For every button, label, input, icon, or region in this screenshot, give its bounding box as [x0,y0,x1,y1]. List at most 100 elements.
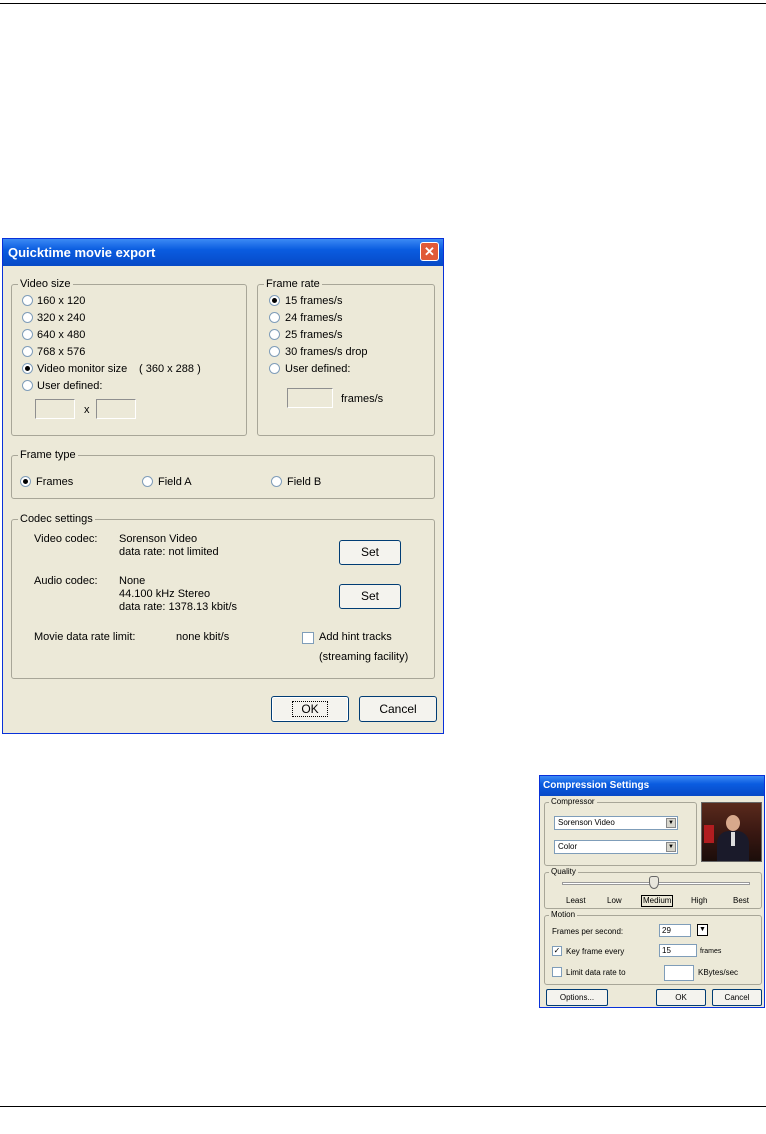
frame-type-radio-field-a[interactable] [142,476,153,487]
frame-rate-unit: frames/s [341,393,384,405]
video-size-option-320: 320 x 240 [37,312,86,324]
preview-image [701,802,762,862]
frame-type-radio-frames[interactable] [20,476,31,487]
chevron-down-icon: ▼ [666,842,676,852]
user-height-field[interactable] [96,399,136,419]
frame-rate-option-25: 25 frames/s [285,329,343,341]
compression-settings-dialog: Compression Settings Compressor Sorenson… [539,775,765,1008]
close-icon: ✕ [424,244,435,259]
frame-rate-radio-24[interactable] [269,312,280,323]
quality-tick-low: Low [607,896,622,905]
hint-tracks-label: Add hint tracks [319,631,392,643]
frame-rate-group: Frame rate [257,277,435,436]
codec-settings-label: Codec settings [18,512,95,526]
frame-type-option-field-b: Field B [287,476,322,488]
user-width-field[interactable] [35,399,75,419]
compressor-label: Compressor [549,797,597,807]
limit-data-rate-unit: KBytes/sec [698,968,739,977]
top-rule [0,3,766,4]
frame-rate-radio-user[interactable] [269,363,280,374]
frame-type-option-frames: Frames [36,476,74,488]
audio-codec-set-label: Set [360,589,379,603]
fps-field[interactable]: 29 [659,924,691,937]
video-size-radio-monitor[interactable] [22,363,33,374]
cancel-button-label: Cancel [379,702,417,716]
cancel-button[interactable]: Cancel [359,696,437,722]
frame-rate-option-15: 15 frames/s [285,295,343,307]
fps-label: Frames per second: [552,927,624,936]
video-codec-set-label: Set [360,545,379,559]
user-frame-rate-field[interactable] [287,388,333,408]
keyframe-field[interactable]: 15 [659,944,697,957]
compressor-group: Compressor [544,797,697,866]
compressor-value: Sorenson Video [558,818,615,827]
keyframe-label: Key frame every [566,947,625,956]
quality-tick-medium: Medium [641,895,674,907]
video-codec-name: Sorenson Video [119,533,198,545]
fps-dropdown-button[interactable]: ▼ [697,924,708,936]
depth-select[interactable]: Color ▼ [554,840,678,854]
hint-tracks-sublabel: (streaming facility) [319,651,409,663]
quicktime-export-dialog: Quicktime movie export ✕ Video size 160 … [2,238,444,734]
limit-data-rate-checkbox[interactable] [552,967,562,977]
frame-type-label: Frame type [18,448,78,462]
compression-cancel-label: Cancel [724,993,750,1002]
video-size-radio-user[interactable] [22,380,33,391]
compressor-select[interactable]: Sorenson Video ▼ [554,816,678,830]
compression-ok-label: OK [675,993,687,1002]
frame-type-option-field-a: Field A [158,476,192,488]
video-codec-label: Video codec: [34,533,98,545]
ok-button[interactable]: OK [271,696,349,722]
video-monitor-size-value: ( 360 x 288 ) [139,363,201,375]
video-codec-set-button[interactable]: Set [339,540,401,565]
user-size-x-symbol: x [84,404,90,416]
chevron-down-icon: ▼ [666,818,676,828]
close-button[interactable]: ✕ [420,242,439,261]
video-size-radio-640[interactable] [22,329,33,340]
ok-button-label: OK [292,701,328,717]
compression-title: Compression Settings [543,780,650,791]
video-size-label: Video size [18,277,73,291]
quality-tick-best: Best [733,896,750,905]
limit-data-rate-field[interactable] [664,965,694,981]
audio-codec-set-button[interactable]: Set [339,584,401,609]
video-size-option-monitor: Video monitor size [37,363,128,375]
frame-type-radio-field-b[interactable] [271,476,282,487]
keyframe-unit: frames [700,948,722,955]
compression-title-bar: Compression Settings [540,776,764,796]
bottom-rule [0,1106,766,1107]
video-size-radio-768[interactable] [22,346,33,357]
hint-tracks-checkbox[interactable] [302,632,314,644]
motion-label: Motion [549,910,578,920]
audio-codec-label: Audio codec: [34,575,98,587]
audio-codec-format: 44.100 kHz Stereo [119,588,211,600]
movie-data-rate-limit-value: none kbit/s [176,631,230,643]
quality-tick-least: Least [566,896,586,905]
audio-codec-name: None [119,575,146,587]
fps-value: 29 [662,926,671,935]
video-size-option-640: 640 x 480 [37,329,86,341]
dialog-title-bar: Quicktime movie export [3,239,443,266]
limit-data-rate-label: Limit data rate to [566,968,626,977]
video-size-option-160: 160 x 120 [37,295,86,307]
frame-rate-option-24: 24 frames/s [285,312,343,324]
quality-label: Quality [549,867,578,877]
frame-rate-radio-25[interactable] [269,329,280,340]
options-button[interactable]: Options... [546,989,608,1006]
quality-slider-thumb[interactable] [649,876,659,889]
audio-codec-rate: data rate: 1378.13 kbit/s [119,601,238,613]
depth-value: Color [558,842,578,851]
video-size-radio-320[interactable] [22,312,33,323]
quality-tick-high: High [691,896,708,905]
frame-rate-label: Frame rate [264,277,322,291]
dialog-title: Quicktime movie export [8,245,156,260]
compression-cancel-button[interactable]: Cancel [712,989,762,1006]
keyframe-checkbox[interactable]: ✓ [552,946,562,956]
video-size-radio-160[interactable] [22,295,33,306]
video-codec-rate: data rate: not limited [119,546,219,558]
compression-ok-button[interactable]: OK [656,989,706,1006]
video-size-option-user: User defined: [37,380,103,392]
frame-rate-radio-15[interactable] [269,295,280,306]
frame-rate-radio-30-drop[interactable] [269,346,280,357]
frame-type-group: Frame type [11,448,435,499]
